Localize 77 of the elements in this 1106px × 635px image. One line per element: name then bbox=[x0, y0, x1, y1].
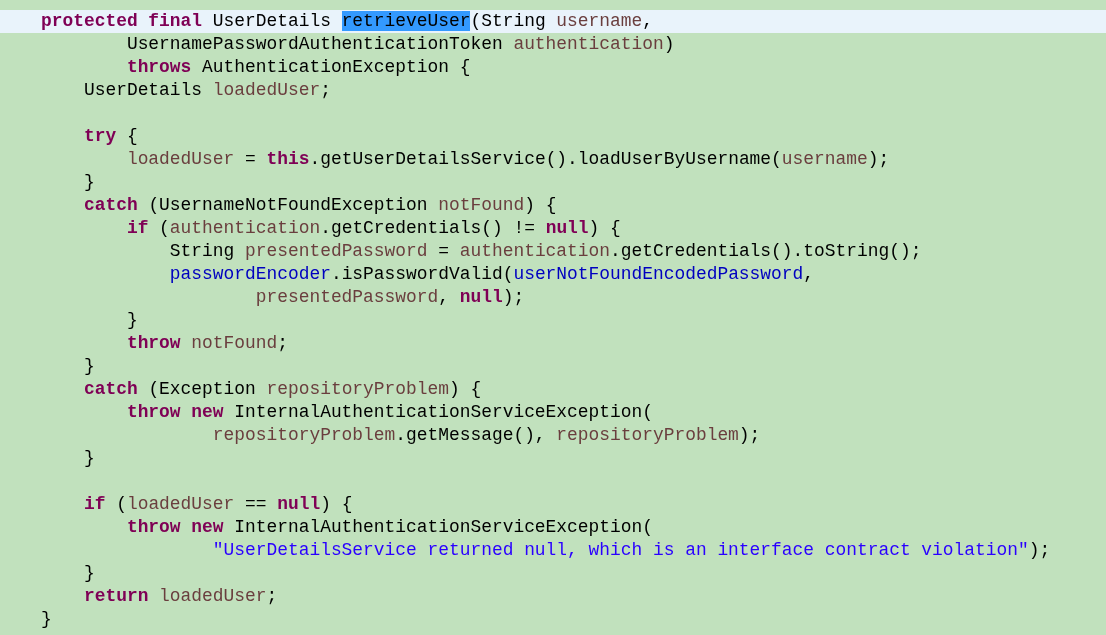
code-text: } bbox=[82, 563, 95, 583]
keyword: throw new bbox=[125, 517, 224, 537]
code-text: ) { bbox=[524, 195, 557, 215]
variable-name: loadedUser bbox=[159, 586, 267, 606]
code-text: UserDetails bbox=[82, 80, 204, 100]
code-text: .getCredentials().toString(); bbox=[610, 241, 922, 261]
code-text: } bbox=[125, 310, 138, 330]
field-name: passwordEncoder bbox=[168, 264, 331, 284]
variable-name: username bbox=[556, 11, 643, 31]
code-text: = bbox=[437, 241, 450, 261]
code-text: ( bbox=[115, 494, 127, 514]
variable-name: presentedPassword bbox=[245, 241, 428, 261]
keyword: null bbox=[277, 494, 321, 514]
variable-name: repositoryProblem bbox=[211, 425, 396, 445]
variable-name: username bbox=[781, 149, 868, 169]
code-text: } bbox=[41, 609, 52, 629]
code-text: } bbox=[82, 356, 95, 376]
code-text: = bbox=[244, 149, 257, 169]
code-text: , bbox=[438, 287, 450, 307]
code-text: ; bbox=[266, 586, 278, 606]
keyword: return bbox=[82, 586, 150, 606]
code-text: , bbox=[642, 11, 653, 31]
code-text: ); bbox=[1028, 540, 1051, 560]
variable-name: authentication bbox=[169, 218, 321, 238]
code-text: ) { bbox=[320, 494, 353, 514]
code-text: (UsernameNotFoundException bbox=[147, 195, 429, 215]
code-text: UserDetails bbox=[211, 11, 332, 31]
code-text: == bbox=[244, 494, 268, 514]
code-text: } bbox=[82, 172, 95, 192]
keyword: catch bbox=[82, 195, 138, 215]
string-literal: "UserDetailsService returned null, which is an interface contract violation" bbox=[211, 540, 1029, 560]
field-name: userNotFoundEncodedPassword bbox=[513, 264, 804, 284]
code-text: .getUserDetailsService().loadUserByUsername( bbox=[309, 149, 782, 169]
keyword: throw bbox=[125, 333, 182, 353]
keyword: this bbox=[266, 149, 310, 169]
code-text: AuthenticationException { bbox=[201, 57, 471, 77]
code-text: .getMessage(), bbox=[395, 425, 547, 445]
code-text: ); bbox=[738, 425, 761, 445]
code-text: String bbox=[168, 241, 236, 261]
variable-name: notFound bbox=[438, 195, 525, 215]
keyword: throws bbox=[125, 57, 192, 77]
code-text: } bbox=[82, 448, 95, 468]
variable-name: notFound bbox=[191, 333, 278, 353]
keyword: null bbox=[545, 218, 589, 238]
code-text: ( bbox=[158, 218, 170, 238]
keyword: throw new bbox=[125, 402, 224, 422]
variable-name: repositoryProblem bbox=[556, 425, 739, 445]
code-text: ) { bbox=[588, 218, 621, 238]
code-text: (String bbox=[470, 11, 547, 31]
code-text: ); bbox=[502, 287, 525, 307]
code-text: , bbox=[803, 264, 815, 284]
variable-name: loadedUser bbox=[212, 80, 321, 100]
code-text: ; bbox=[320, 80, 331, 100]
keyword: null bbox=[459, 287, 503, 307]
code-text: ) bbox=[663, 34, 675, 54]
keyword: if bbox=[82, 494, 106, 514]
code-text: UsernamePasswordAuthenticationToken bbox=[125, 34, 504, 54]
variable-name: authentication bbox=[513, 34, 664, 54]
variable-name: loadedUser bbox=[126, 494, 235, 514]
variable-name: presentedPassword bbox=[254, 287, 439, 307]
keyword: try bbox=[82, 126, 117, 146]
selected-text: retrieveUser bbox=[341, 11, 471, 31]
code-text: ); bbox=[867, 149, 890, 169]
variable-name: repositoryProblem bbox=[266, 379, 449, 399]
variable-name: loadedUser bbox=[125, 149, 235, 169]
code-text: (Exception bbox=[147, 379, 257, 399]
code-text: .isPasswordValid( bbox=[330, 264, 514, 284]
keyword: if bbox=[125, 218, 149, 238]
code-text: ) { bbox=[449, 379, 482, 399]
keyword: protected final bbox=[41, 11, 203, 31]
code-text: ; bbox=[277, 333, 288, 353]
code-text: InternalAuthenticationServiceException( bbox=[233, 402, 653, 422]
keyword: catch bbox=[82, 379, 138, 399]
code-text: .getCredentials() != bbox=[320, 218, 536, 238]
code-text: { bbox=[125, 126, 138, 146]
code-text: InternalAuthenticationServiceException( bbox=[233, 517, 653, 537]
variable-name: authentication bbox=[459, 241, 611, 261]
